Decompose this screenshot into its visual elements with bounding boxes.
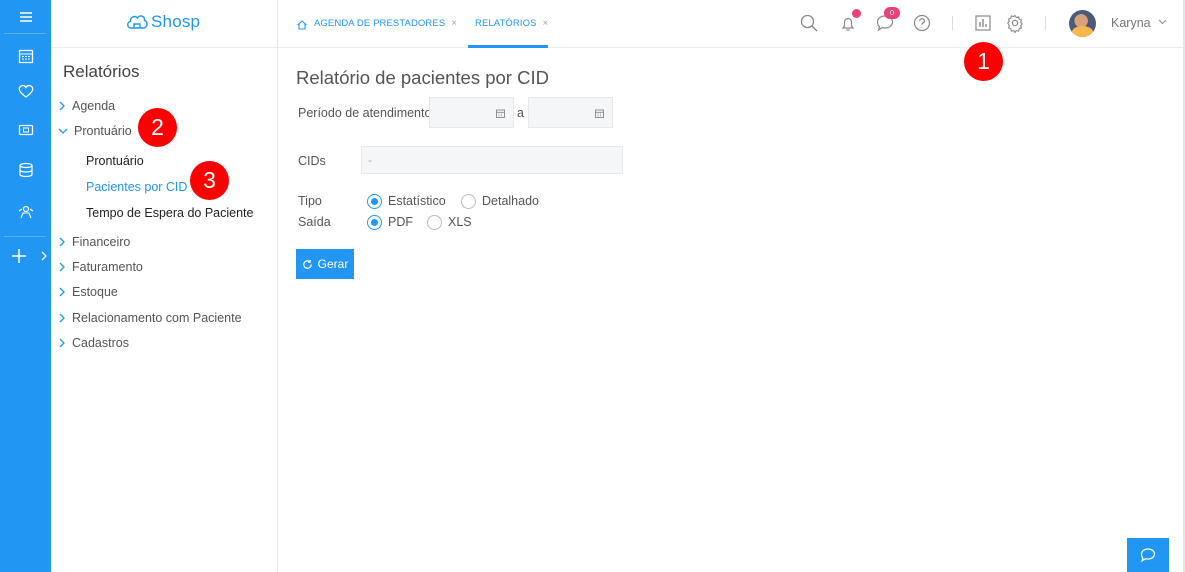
- chat-icon: [1140, 548, 1156, 563]
- reports-icon[interactable]: [973, 13, 993, 33]
- sidebar-subitem-prontuario[interactable]: Prontuário: [86, 154, 144, 168]
- sidebar-subitem-pacientes-por-cid[interactable]: Pacientes por CID: [86, 180, 187, 194]
- rail-divider: [4, 236, 46, 237]
- saida-label: Saída: [298, 215, 331, 229]
- reports-sidebar: Shosp Relatórios Agenda Prontuário Pront…: [51, 0, 278, 572]
- chevron-down-icon[interactable]: [1158, 18, 1167, 26]
- chevron-right-icon: [59, 101, 65, 111]
- chevron-right-icon: [59, 237, 65, 247]
- sidebar-item-label: Cadastros: [72, 336, 129, 350]
- saida-pdf-radio[interactable]: [367, 215, 382, 230]
- tipo-label: Tipo: [298, 194, 322, 208]
- help-icon[interactable]: [912, 13, 932, 33]
- money-icon[interactable]: [0, 118, 51, 142]
- saida-xls-label[interactable]: XLS: [448, 215, 472, 229]
- cids-input[interactable]: -: [361, 146, 623, 174]
- sidebar-item-estoque[interactable]: Estoque: [58, 284, 118, 300]
- sidebar-item-label: Financeiro: [72, 235, 131, 249]
- shosp-logo[interactable]: Shosp: [125, 9, 200, 35]
- toolbar-divider: [1045, 16, 1046, 30]
- logo-divider: [51, 47, 278, 48]
- period-separator: a: [517, 106, 524, 120]
- tab-label: AGENDA DE PRESTADORES: [314, 18, 446, 29]
- avatar[interactable]: [1069, 10, 1096, 37]
- sidebar-item-prontuario[interactable]: Prontuário: [58, 123, 132, 139]
- calendar-icon[interactable]: [0, 44, 51, 68]
- tab-label: RELATÓRIOS: [475, 18, 537, 29]
- sidebar-item-agenda[interactable]: Agenda: [58, 98, 115, 114]
- calendar-icon[interactable]: [496, 109, 505, 118]
- close-icon[interactable]: ×: [451, 18, 457, 29]
- cloud-logo-icon: [127, 15, 148, 29]
- plus-icon[interactable]: [0, 244, 38, 268]
- saida-pdf-label[interactable]: PDF: [388, 215, 413, 229]
- sidebar-item-financeiro[interactable]: Financeiro: [58, 234, 130, 250]
- rail-divider: [4, 33, 46, 34]
- tipo-detalhado-radio[interactable]: [461, 194, 476, 209]
- search-icon[interactable]: [799, 13, 819, 33]
- period-start-input[interactable]: [429, 97, 514, 128]
- database-icon[interactable]: [0, 158, 51, 182]
- tab-relatorios[interactable]: RELATÓRIOS ×: [475, 18, 548, 29]
- cids-label: CIDs: [298, 154, 326, 168]
- messages-badge: 0: [884, 7, 900, 19]
- gear-icon[interactable]: [1005, 13, 1025, 34]
- top-bar: AGENDA DE PRESTADORES × RELATÓRIOS × 0 K…: [278, 0, 1185, 48]
- sidebar-item-cadastros[interactable]: Cadastros: [58, 335, 129, 351]
- chevron-right-icon: [59, 313, 65, 323]
- period-end-input[interactable]: [528, 97, 613, 128]
- tipo-estatistico-radio[interactable]: [367, 194, 382, 209]
- menu-icon[interactable]: [0, 5, 51, 29]
- period-label: Período de atendimento: [298, 106, 432, 120]
- chevron-right-icon: [59, 287, 65, 297]
- generate-button-label: Gerar: [317, 257, 349, 271]
- users-icon[interactable]: [0, 200, 51, 224]
- sidebar-item-faturamento[interactable]: Faturamento: [58, 259, 143, 275]
- left-rail: [0, 0, 51, 572]
- generate-button[interactable]: Gerar: [296, 249, 354, 279]
- sidebar-subitem-tempo-de-espera[interactable]: Tempo de Espera do Paciente: [86, 206, 253, 220]
- sidebar-item-label: Estoque: [72, 285, 118, 299]
- home-icon[interactable]: [296, 19, 308, 31]
- chevron-right-icon: [59, 262, 65, 272]
- sidebar-item-label: Prontuário: [74, 124, 132, 138]
- refresh-icon: [302, 259, 312, 269]
- chevron-right-icon: [59, 338, 65, 348]
- annotation-marker-2: 2: [138, 108, 177, 147]
- chevron-down-icon: [58, 128, 68, 134]
- saida-xls-radio[interactable]: [427, 215, 442, 230]
- active-tab-indicator: [468, 45, 548, 48]
- notification-dot: [852, 9, 861, 18]
- username[interactable]: Karyna: [1111, 16, 1151, 30]
- sidebar-item-relacionamento[interactable]: Relacionamento com Paciente: [58, 310, 242, 326]
- close-icon[interactable]: ×: [543, 18, 549, 29]
- annotation-marker-1: 1: [964, 42, 1003, 81]
- chevron-right-icon[interactable]: [40, 250, 48, 262]
- brand-name: Shosp: [151, 12, 201, 31]
- sidebar-item-label: Relacionamento com Paciente: [72, 311, 242, 325]
- annotation-marker-3: 3: [190, 161, 229, 200]
- tipo-detalhado-label[interactable]: Detalhado: [482, 194, 539, 208]
- heart-icon[interactable]: [0, 79, 51, 103]
- toolbar-divider: [952, 16, 953, 30]
- calendar-icon[interactable]: [595, 109, 604, 118]
- page-title: Relatório de pacientes por CID: [296, 67, 549, 88]
- tab-agenda-de-prestadores[interactable]: AGENDA DE PRESTADORES ×: [314, 18, 457, 29]
- sidebar-item-label: Faturamento: [72, 260, 143, 274]
- sidebar-title: Relatórios: [63, 62, 140, 81]
- chat-support-button[interactable]: [1127, 538, 1169, 572]
- tipo-estatistico-label[interactable]: Estatístico: [388, 194, 446, 208]
- sidebar-item-label: Agenda: [72, 99, 116, 113]
